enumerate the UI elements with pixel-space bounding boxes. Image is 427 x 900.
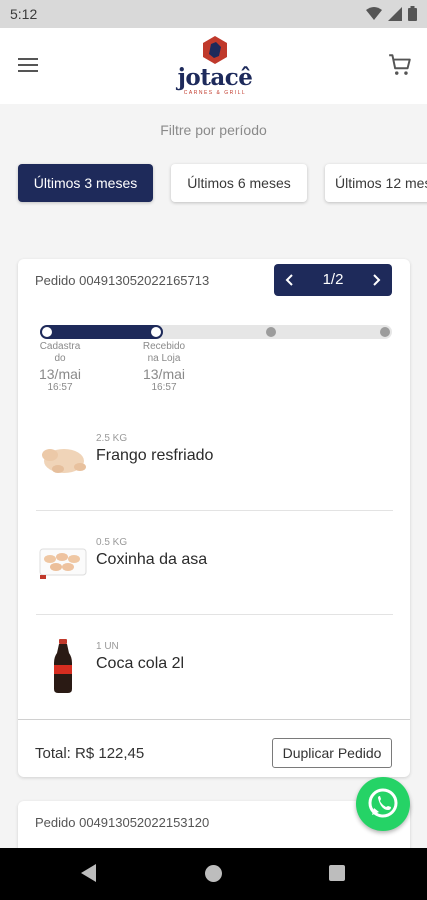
step-time: 16:57 <box>151 382 177 393</box>
back-icon[interactable] <box>81 864 97 882</box>
filter-chip-12-months[interactable]: Últimos 12 meses <box>325 164 427 202</box>
status-dot-recebido <box>151 327 161 337</box>
item-name: Coxinha da asa <box>96 551 208 568</box>
order-item: 1 UN Coca cola 2l <box>18 617 410 721</box>
menu-button[interactable] <box>18 54 44 78</box>
step-name: Cadastrado <box>39 341 81 364</box>
order-item: 0.5 KG Coxinha da asa <box>18 513 410 617</box>
status-step-cadastrado: Cadastrado 13/mai 16:57 <box>32 341 88 394</box>
status-dot-cadastrado <box>42 327 52 337</box>
step-date: 13/mai <box>38 366 82 382</box>
status-icons <box>366 6 417 21</box>
filter-chip-6-months[interactable]: Últimos 6 meses <box>171 164 307 202</box>
logo: jotacê CARNES & GRILL <box>170 34 260 100</box>
wifi-icon <box>366 6 382 20</box>
cart-button[interactable] <box>387 52 413 78</box>
status-time: 5:12 <box>10 6 38 22</box>
order-total: Total: R$ 122,45 <box>35 745 145 762</box>
logo-subtitle: CARNES & GRILL <box>183 90 247 96</box>
card-footer-divider <box>18 719 410 720</box>
logo-emblem-icon <box>203 36 227 64</box>
battery-icon <box>408 6 417 21</box>
whatsapp-button[interactable] <box>356 777 410 831</box>
step-name: Recebido na Loja <box>142 341 186 364</box>
wings-tray-image <box>39 548 87 579</box>
item-name: Coca cola 2l <box>96 655 185 672</box>
item-name: Frango resfriado <box>96 447 214 464</box>
system-nav-bar <box>0 848 427 900</box>
whatsapp-icon <box>368 788 398 818</box>
chicken-image <box>42 449 86 473</box>
order-card: Pedido 004913052022165713 1/2 Cadastrado… <box>18 259 410 777</box>
status-step-recebido: Recebido na Loja 13/mai 16:57 <box>136 341 192 394</box>
item-quantity: 2.5 KG <box>96 433 128 444</box>
item-divider <box>36 614 393 615</box>
recent-apps-icon[interactable] <box>329 865 345 881</box>
chevron-right-icon[interactable] <box>366 270 386 290</box>
app-header: jotacê CARNES & GRILL <box>0 28 427 104</box>
step-time: 16:57 <box>47 382 73 393</box>
order-id: Pedido 004913052022165713 <box>35 273 210 288</box>
status-progress-fill <box>40 325 163 339</box>
status-bar: 5:12 <box>0 0 427 28</box>
hamburger-icon <box>18 58 38 60</box>
step-date: 13/mai <box>142 366 186 382</box>
filter-chip-3-months[interactable]: Últimos 3 meses <box>18 164 153 202</box>
order-item: 2.5 KG Frango resfriado <box>18 409 410 513</box>
item-divider <box>36 510 393 511</box>
item-quantity: 1 UN <box>96 641 119 652</box>
duplicate-order-button[interactable]: Duplicar Pedido <box>272 738 392 768</box>
signal-icon <box>388 6 402 21</box>
status-dot-pending <box>380 327 390 337</box>
status-progress-bar <box>40 325 392 339</box>
order-id: Pedido 004913052022153120 <box>35 815 210 830</box>
filter-label: Filtre por período <box>160 122 267 138</box>
status-dot-pending <box>266 327 276 337</box>
logo-text: jotacê <box>177 64 253 91</box>
cart-icon <box>389 54 411 75</box>
soda-bottle-image <box>54 639 72 693</box>
order-pager: 1/2 <box>274 264 392 296</box>
item-quantity: 0.5 KG <box>96 537 128 548</box>
home-icon[interactable] <box>205 865 222 882</box>
